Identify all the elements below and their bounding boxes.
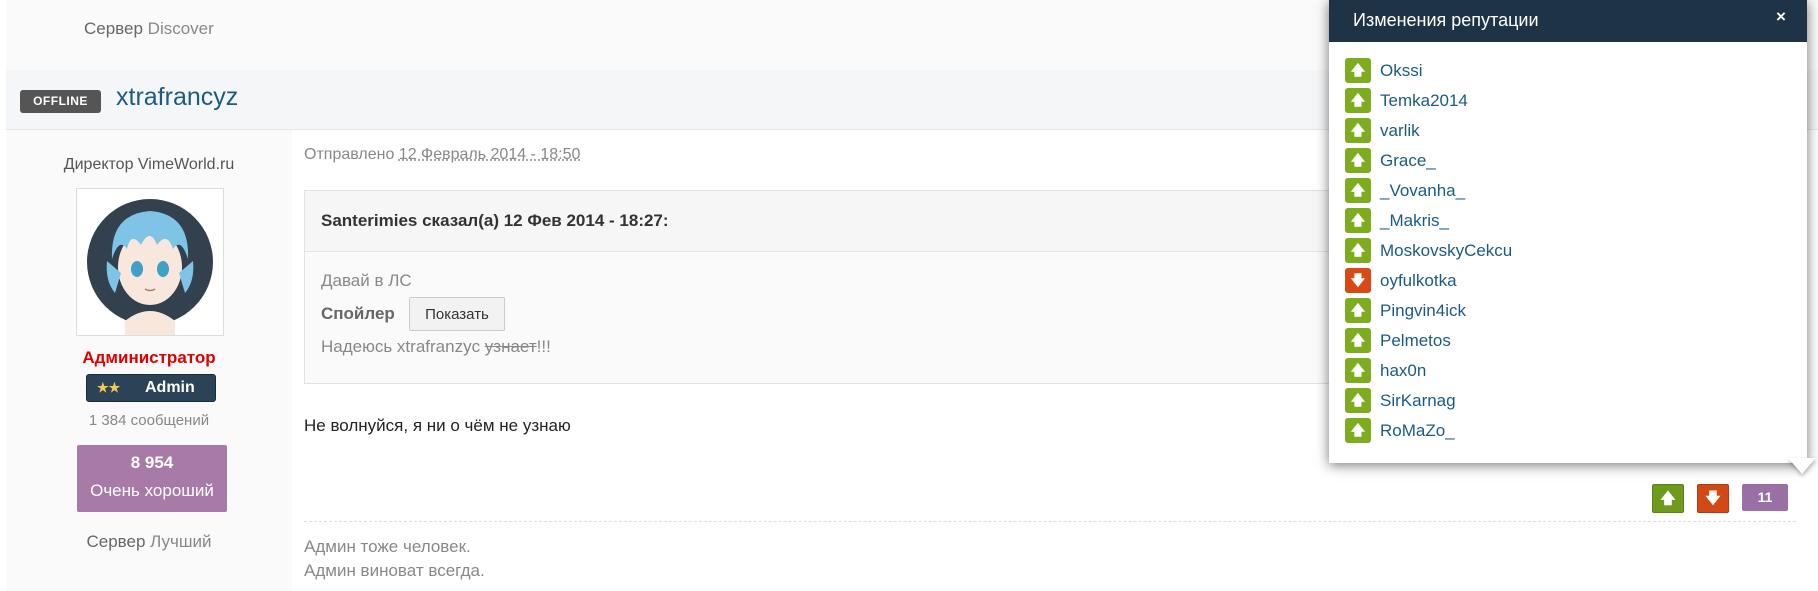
server-label: Сервер (84, 19, 143, 38)
arrow-up-icon: 🡅 (1345, 148, 1371, 173)
arrow-up-icon: 🡅 (1345, 88, 1371, 113)
arrow-up-icon: 🡅 (1345, 178, 1371, 203)
reputation-user-link[interactable]: varlik (1380, 121, 1420, 141)
reputation-count-button[interactable]: 11 (1742, 484, 1788, 511)
popup-pointer (1788, 458, 1816, 474)
spoiler-show-button[interactable]: Показать (409, 297, 505, 331)
reputation-user-link[interactable]: _Makris_ (1380, 211, 1449, 231)
post-meta: Отправлено 12 Февраль 2014 - 18:50 (304, 146, 580, 164)
author-title: Директор VimeWorld.ru (63, 156, 235, 173)
signature-line: Админ тоже человек. (304, 537, 471, 556)
arrow-up-icon: 🡅 (1345, 388, 1371, 413)
avatar-image (87, 199, 213, 335)
arrow-up-icon: 🡅 (1345, 298, 1371, 323)
quote-text-2: Надеюсь xtrafranzyc узнает!!! (321, 337, 551, 357)
arrow-up-icon: 🡅 (1660, 490, 1676, 507)
reputation-list-item: 🡅 Pingvin4ick (1345, 296, 1785, 326)
popup-title: Изменения репутации (1353, 10, 1539, 30)
reputation-list-item: 🡅 _Makris_ (1345, 206, 1785, 236)
arrow-up-icon: 🡅 (1345, 328, 1371, 353)
reputation-user-link[interactable]: Pelmetos (1380, 331, 1451, 351)
reputation-description: Очень хороший (90, 481, 214, 500)
reputation-user-link[interactable]: hax0n (1380, 361, 1426, 381)
post-date[interactable]: 12 Февраль 2014 - 18:50 (399, 146, 581, 163)
reputation-list-item: 🡅 Okssi (1345, 56, 1785, 86)
arrow-up-icon: 🡅 (1345, 238, 1371, 263)
reputation-user-link[interactable]: Pingvin4ick (1380, 301, 1466, 321)
admin-rank-badge: ★★ Admin (86, 374, 216, 402)
server-label: Сервер (86, 532, 146, 551)
arrow-up-icon: 🡅 (1345, 208, 1371, 233)
reputation-list: 🡅 Okssi 🡅 Temka2014 🡅 varlik 🡅 Grace_ 🡅 _Vovanha_… (1345, 56, 1785, 446)
reputation-user-link[interactable]: Grace_ (1380, 151, 1436, 171)
popup-header: Изменения репутации × (1329, 0, 1807, 42)
reputation-user-link[interactable]: MoskovskyCekcu (1380, 241, 1512, 261)
arrow-up-icon: 🡅 (1345, 58, 1371, 83)
post-count: 1 384 сообщений (88, 412, 210, 429)
quote-block: Santerimies сказал(а) 12 Фев 2014 - 18:2… (304, 190, 1346, 384)
reputation-user-link[interactable]: oyfulkotka (1380, 271, 1457, 291)
quote-text: Давай в ЛС (321, 271, 412, 290)
reputation-list-item: 🡅 Grace_ (1345, 146, 1785, 176)
signature-line: Админ виноват всегда. (304, 561, 485, 580)
quote-text-tail: !!! (536, 337, 551, 356)
arrow-down-icon: 🡇 (1705, 490, 1721, 507)
arrow-up-icon: 🡅 (1345, 118, 1371, 143)
vote-down-button[interactable]: 🡇 (1697, 484, 1729, 513)
rank-label: Admin (145, 379, 195, 396)
avatar[interactable] (76, 188, 224, 336)
reputation-list-item: 🡅 _Vovanha_ (1345, 176, 1785, 206)
post-body: Не волнуйся, я ни о чём не узнаю (304, 416, 571, 435)
reputation-box: 8 954 Очень хороший (77, 445, 227, 512)
author-link[interactable]: xtrafrancyz (116, 83, 238, 112)
author-info-column: Директор VimeWorld.ru Администратор ★★ A… (6, 130, 292, 591)
quote-header: Santerimies сказал(а) 12 Фев 2014 - 18:2… (305, 191, 1345, 252)
server-line: Сервер Лучший (6, 532, 292, 552)
previous-server-line: Сервер Discover (84, 19, 214, 39)
signature-divider (304, 521, 1796, 522)
user-group: Администратор (82, 348, 216, 367)
reputation-user-link[interactable]: Okssi (1380, 61, 1423, 81)
server-value: Лучший (150, 532, 212, 551)
reputation-list-item: 🡅 Pelmetos (1345, 326, 1785, 356)
arrow-up-icon: 🡅 (1345, 418, 1371, 443)
arrow-up-icon: 🡅 (1345, 358, 1371, 383)
reputation-value: 8 954 (130, 453, 174, 472)
close-icon[interactable]: × (1776, 7, 1786, 27)
reputation-list-item: 🡅 varlik (1345, 116, 1785, 146)
reputation-list-item: 🡅 RoMaZo_ (1345, 416, 1785, 446)
strikethrough-text: узнает (484, 337, 537, 356)
spoiler-label: Спойлер (321, 304, 395, 323)
reputation-user-link[interactable]: _Vovanha_ (1380, 181, 1465, 201)
reputation-list-item: 🡅 Temka2014 (1345, 86, 1785, 116)
offline-status-badge: OFFLINE (20, 90, 101, 113)
arrow-down-icon: 🡇 (1345, 268, 1371, 293)
stars-icon: ★★ (97, 380, 121, 395)
quote-citation: Santerimies сказал(а) 12 Фев 2014 - 18:2… (321, 211, 669, 230)
reputation-list-item: 🡅 SirKarnag (1345, 386, 1785, 416)
reputation-list-item: 🡅 MoskovskyCekcu (1345, 236, 1785, 266)
vote-up-button[interactable]: 🡅 (1652, 484, 1684, 513)
reputation-user-link[interactable]: Temka2014 (1380, 91, 1468, 111)
reputation-user-link[interactable]: RoMaZo_ (1380, 421, 1455, 441)
reputation-changes-popup: Изменения репутации × 🡅 Okssi 🡅 Temka2014 🡅 v… (1329, 0, 1807, 463)
server-value: Discover (147, 19, 214, 38)
reputation-list-item: 🡅 hax0n (1345, 356, 1785, 386)
quote-text-part: Надеюсь xtrafranzyc (321, 337, 485, 356)
meta-prefix: Отправлено (304, 146, 395, 163)
reputation-user-link[interactable]: SirKarnag (1380, 391, 1456, 411)
reputation-list-item: 🡇 oyfulkotka (1345, 266, 1785, 296)
